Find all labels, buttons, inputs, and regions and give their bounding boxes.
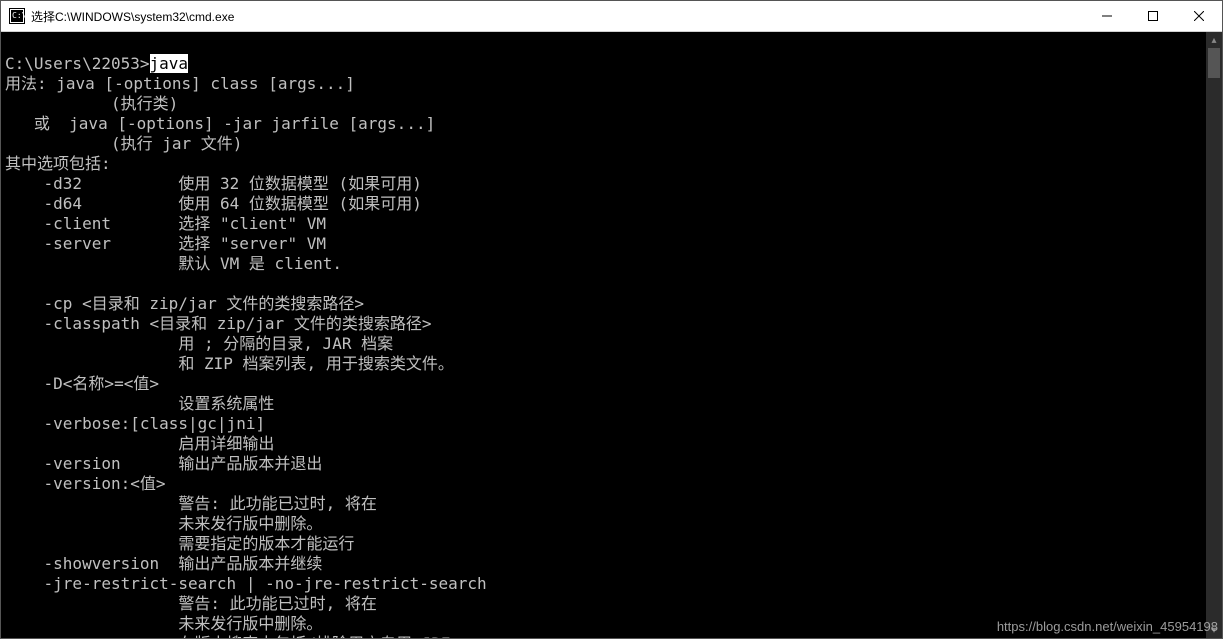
output-line: 警告: 此功能已过时, 将在 [5,494,377,513]
output-line: -classpath <目录和 zip/jar 文件的类搜索路径> [5,314,431,333]
output-line: 启用详细输出 [5,434,274,453]
output-line: 用法: java [-options] class [args...] [5,74,355,93]
titlebar[interactable]: C:\ 选择C:\WINDOWS\system32\cmd.exe [1,1,1222,32]
output-line: -server 选择 "server" VM [5,234,326,253]
close-button[interactable] [1176,1,1222,32]
output-line: -verbose:[class|gc|jni] [5,414,265,433]
output-line: 和 ZIP 档案列表, 用于搜索类文件。 [5,354,454,373]
vertical-scrollbar[interactable]: ▴ ▾ [1206,32,1222,638]
output-line: 需要指定的版本才能运行 [5,534,354,553]
window-title: 选择C:\WINDOWS\system32\cmd.exe [31,8,234,25]
terminal-client-area[interactable]: C:\Users\22053>java 用法: java [-options] … [1,32,1222,638]
output-line: 默认 VM 是 client. [5,254,342,273]
output-line: -version 输出产品版本并退出 [5,454,322,473]
output-line: 其中选项包括: [5,154,111,173]
output-line: -d32 使用 32 位数据模型 (如果可用) [5,174,422,193]
cmd-icon: C:\ [9,8,25,24]
output-line: 警告: 此功能已过时, 将在 [5,594,377,613]
scrollbar-track[interactable] [1206,48,1222,622]
scroll-down-arrow-icon[interactable]: ▾ [1206,622,1222,638]
output-line: -version:<值> [5,474,166,493]
output-line: (执行 jar 文件) [5,134,242,153]
output-line: -cp <目录和 zip/jar 文件的类搜索路径> [5,294,364,313]
output-line: 设置系统属性 [5,394,274,413]
output-line: 在版本搜索中包括/排除用户专用 JRE [5,634,451,638]
output-line: -D<名称>=<值> [5,374,159,393]
maximize-button[interactable] [1130,1,1176,32]
output-line: -d64 使用 64 位数据模型 (如果可用) [5,194,422,213]
output-line: -jre-restrict-search | -no-jre-restrict-… [5,574,487,593]
output-line: -client 选择 "client" VM [5,214,326,233]
svg-text:C:\: C:\ [12,11,25,20]
output-line: -showversion 输出产品版本并继续 [5,554,322,573]
minimize-button[interactable] [1084,1,1130,32]
scroll-up-arrow-icon[interactable]: ▴ [1206,32,1222,48]
output-line: (执行类) [5,94,178,113]
terminal-output[interactable]: C:\Users\22053>java 用法: java [-options] … [1,32,1222,638]
window-frame: C:\ 选择C:\WINDOWS\system32\cmd.exe C:\Use… [0,0,1223,639]
output-line: 未来发行版中删除。 [5,614,322,633]
output-line: 未来发行版中删除。 [5,514,322,533]
command-input[interactable]: java [150,54,189,73]
prompt: C:\Users\22053> [5,54,150,73]
output-line: 或 java [-options] -jar jarfile [args...] [5,114,435,133]
output-line: 用 ; 分隔的目录, JAR 档案 [5,334,393,353]
scrollbar-thumb[interactable] [1208,48,1220,78]
